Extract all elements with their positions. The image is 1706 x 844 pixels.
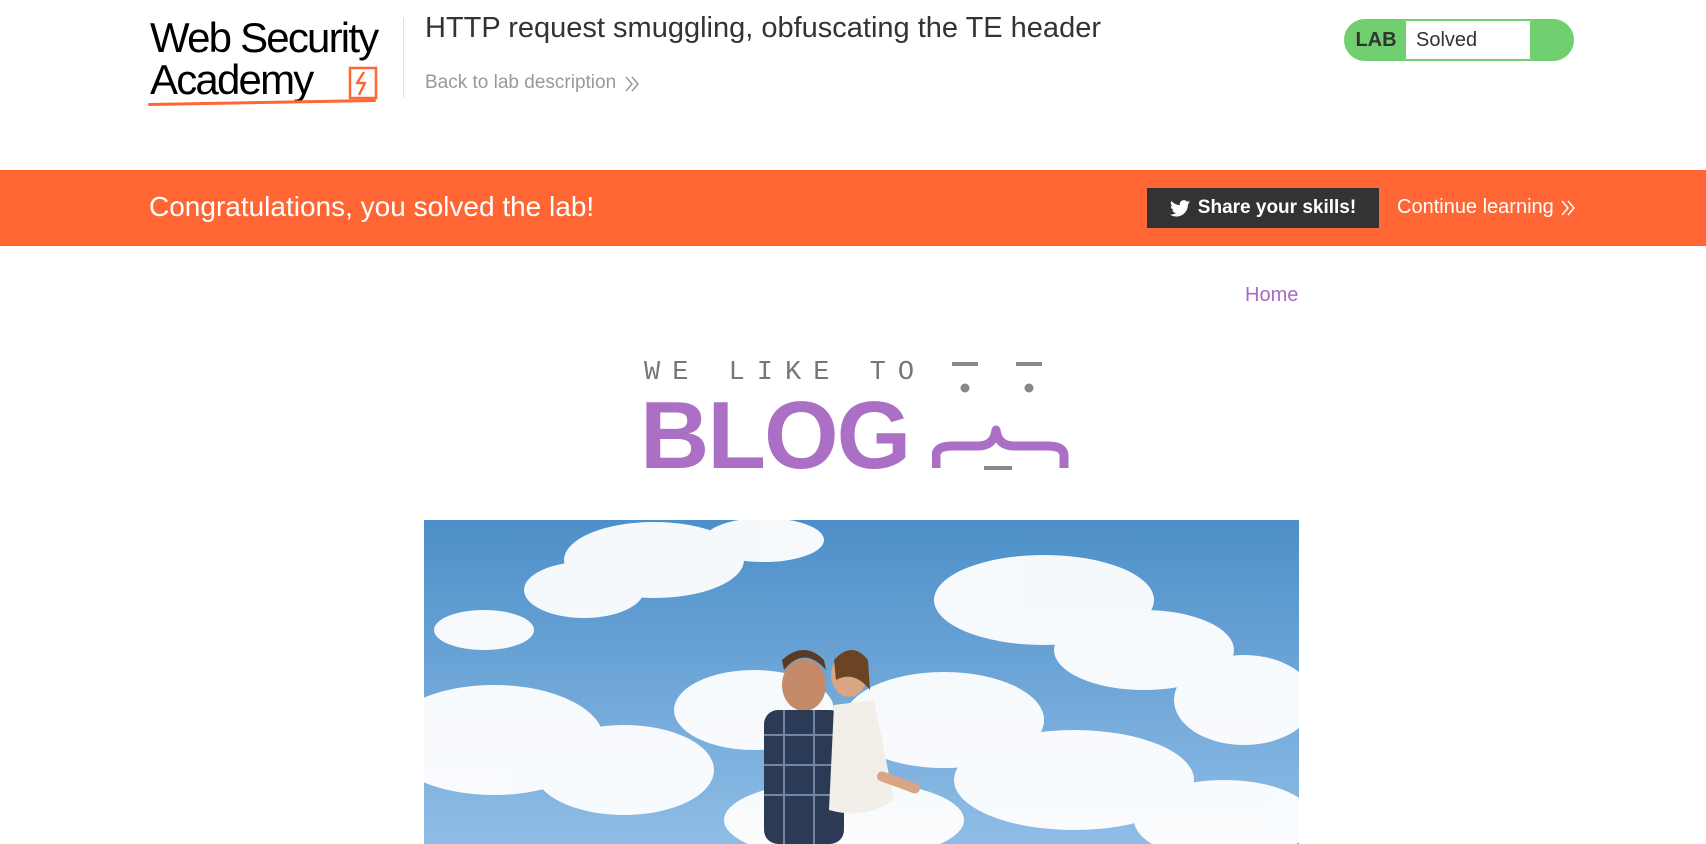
twitter-icon [1169,199,1190,216]
web-security-academy-logo[interactable]: Web Security Academy [147,14,400,108]
blog-title: BLOG [640,382,911,489]
solved-banner: Congratulations, you solved the lab! Sha… [0,170,1706,246]
academy-header: Web Security Academy HTTP request smuggl… [0,0,1706,170]
share-button-label: Share your skills! [1197,197,1357,218]
chevron-double-right-icon [1561,200,1575,215]
lab-status-indicator [1530,21,1572,59]
blog-header-logo: WE LIKE TO BLOG [640,356,1090,486]
chevron-double-right-icon [625,76,640,91]
continue-learning-label: Continue learning [1397,196,1554,218]
lab-status-widget: LAB Solved [1344,19,1574,61]
logo-bolt-icon [348,66,378,100]
nav-home-link[interactable]: Home [1245,284,1298,307]
lab-status-text: Solved [1406,21,1530,59]
lab-title: HTTP request smuggling, obfuscating the … [425,12,1101,44]
logo-line2: Academy [150,56,314,103]
header-divider [403,18,404,98]
continue-learning-link[interactable]: Continue learning [1397,196,1576,219]
blog-face-icon [932,362,1069,470]
back-link-label: Back to lab description [425,72,617,93]
congratulations-message: Congratulations, you solved the lab! [149,191,595,222]
couple-sky-photo [424,520,1299,844]
back-to-lab-description-link[interactable]: Back to lab description [425,72,640,94]
blog-hero-image [424,520,1299,844]
lab-badge: LAB [1346,21,1406,59]
share-skills-button[interactable]: Share your skills! [1147,188,1379,228]
logo-line1: Web Security [150,14,379,61]
